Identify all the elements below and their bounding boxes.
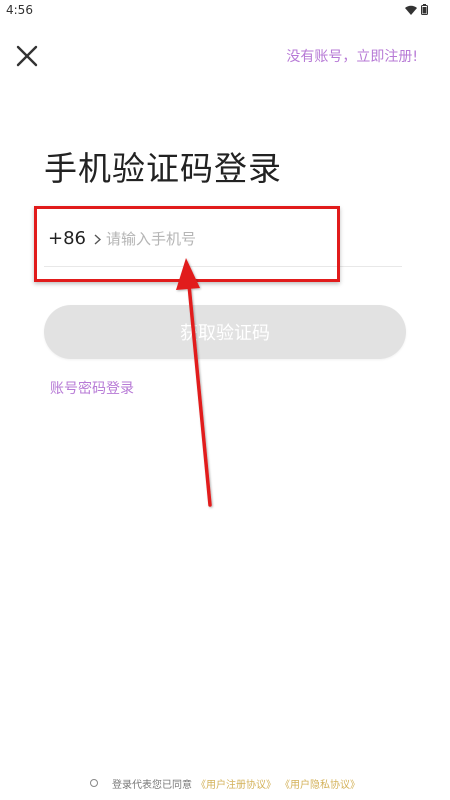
close-button[interactable] bbox=[12, 41, 42, 71]
close-icon bbox=[16, 45, 38, 67]
agreement-prefix: 登录代表您已同意 bbox=[112, 779, 192, 791]
status-time: 4:56 bbox=[6, 3, 33, 17]
battery-icon bbox=[421, 4, 428, 15]
status-bar: 4:56 bbox=[0, 0, 450, 22]
phone-input[interactable] bbox=[106, 225, 356, 253]
status-icons bbox=[405, 4, 428, 15]
password-login-link[interactable]: 账号密码登录 bbox=[50, 378, 134, 398]
phone-input-row: +86 bbox=[44, 219, 402, 267]
chevron-right-icon bbox=[94, 233, 101, 245]
privacy-agreement-link[interactable]: 《用户隐私协议》 bbox=[280, 776, 360, 791]
page-title: 手机验证码登录 bbox=[44, 149, 282, 188]
login-screen: 4:56 没有账号，立即注册! 手机验证码登录 +86 请输入手机号 获取验证码… bbox=[0, 0, 450, 800]
register-link[interactable]: 没有账号，立即注册! bbox=[286, 46, 418, 66]
agree-radio[interactable] bbox=[90, 779, 98, 787]
agreement-row: 登录代表您已同意 《用户注册协议》 《用户隐私协议》 bbox=[0, 774, 450, 792]
country-code-selector[interactable]: +86 bbox=[48, 228, 101, 249]
annotation-arrow bbox=[176, 258, 212, 507]
user-agreement-link[interactable]: 《用户注册协议》 bbox=[196, 776, 276, 791]
country-code-label: +86 bbox=[48, 228, 86, 249]
wifi-icon bbox=[405, 5, 417, 15]
get-code-button[interactable]: 获取验证码 bbox=[44, 305, 406, 359]
